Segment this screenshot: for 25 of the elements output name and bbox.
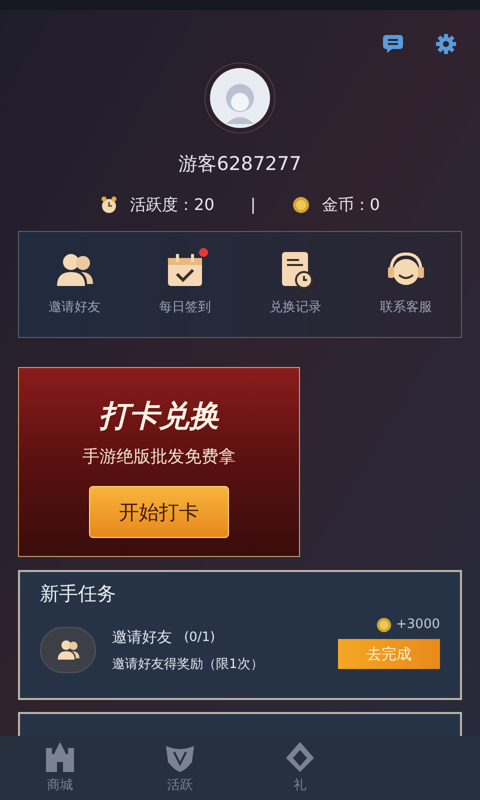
task-name: 邀请好友 [112, 627, 172, 648]
nav-tab[interactable]: 礼 [240, 736, 360, 800]
quick-action[interactable]: 兑换记录 [240, 250, 350, 318]
coin-icon [376, 617, 392, 633]
settings-icon[interactable] [436, 34, 456, 54]
quick-action[interactable]: 邀请好友 [19, 250, 130, 318]
start-button[interactable]: 开始打卡 [89, 486, 229, 538]
username: 游客6287277 [178, 152, 302, 177]
avatar[interactable] [204, 62, 276, 134]
banner-subtitle: 手游绝版批发免费拿 [82, 446, 236, 468]
reward-amount: +3000 [396, 616, 440, 634]
message-icon[interactable] [382, 34, 404, 54]
people-icon [55, 638, 81, 662]
alarm-clock-icon [100, 196, 118, 214]
activity-stat: 活跃度：20 [130, 194, 214, 216]
coin-icon [292, 196, 310, 214]
nav-tab[interactable]: 活跃 [120, 736, 240, 800]
separator: | [250, 194, 256, 216]
quick-action[interactable]: 联系客服 [350, 250, 461, 318]
task-description: 邀请好友得奖励（限1次） [112, 656, 264, 674]
section-title: 新手任务 [40, 582, 117, 606]
coins-stat: 金币：0 [322, 194, 380, 216]
banner-title: 打卡兑换 [99, 398, 219, 436]
quick-action[interactable]: 每日签到 [130, 250, 240, 318]
nav-tab[interactable]: 商城 [0, 736, 120, 800]
